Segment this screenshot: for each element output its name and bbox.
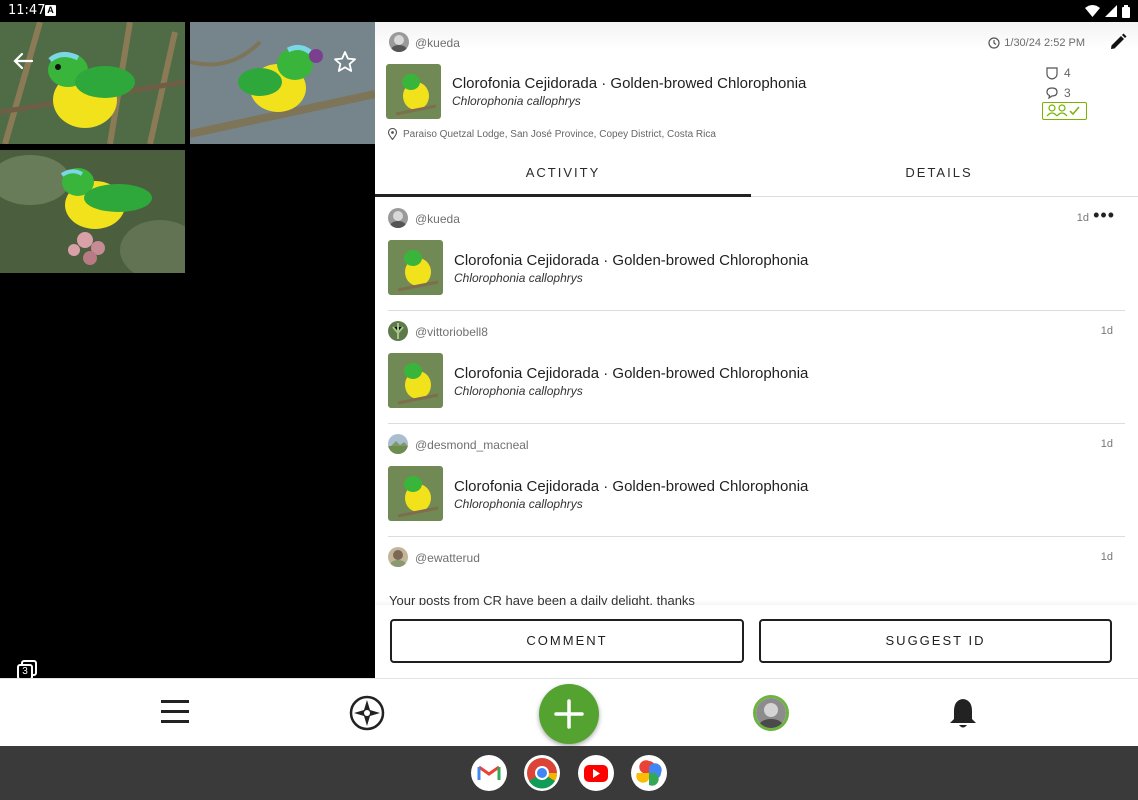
observer-username[interactable]: @kueda xyxy=(415,36,460,50)
signal-icon xyxy=(1105,5,1117,17)
comments-count: 3 xyxy=(1064,86,1071,100)
profile-avatar[interactable] xyxy=(753,695,789,731)
edit-pencil-icon[interactable] xyxy=(1108,32,1128,52)
activity-time: 1d xyxy=(1100,438,1113,450)
datetime-text: 1/30/24 2:52 PM xyxy=(1004,37,1085,49)
suggest-id-button[interactable]: SUGGEST ID xyxy=(759,619,1112,663)
favorite-star-icon[interactable] xyxy=(333,50,357,74)
activity-common-name[interactable]: Clorofonia Cejidorada · Golden-browed Ch… xyxy=(454,365,808,382)
identification-icon xyxy=(1046,66,1058,80)
tab-details[interactable]: DETAILS xyxy=(751,152,1127,197)
photo-gallery: 3 xyxy=(0,22,375,680)
photo-1[interactable] xyxy=(0,22,185,144)
activity-feed: @kueda 1d ••• Clorofonia Cejidorada · Go… xyxy=(375,198,1138,608)
observation-header: @kueda 1/30/24 2:52 PM Clorofonia Cejido… xyxy=(375,22,1138,152)
notifications-bell-icon[interactable] xyxy=(948,697,978,729)
activity-item: @ewatterud 1d Your posts from CR have be… xyxy=(388,537,1125,608)
menu-icon[interactable] xyxy=(161,699,189,725)
taxon-common-name[interactable]: Clorofonia Cejidorada · Golden-browed Ch… xyxy=(452,75,806,92)
comment-bubble-icon xyxy=(1046,87,1058,99)
wifi-icon xyxy=(1085,5,1100,17)
observation-date: 1/30/24 2:52 PM xyxy=(988,37,1085,49)
photo-3[interactable] xyxy=(0,150,185,273)
back-arrow-icon[interactable] xyxy=(12,50,34,72)
bottom-navigation xyxy=(0,678,1138,746)
google-photos-icon[interactable] xyxy=(631,755,667,791)
observation-counts: 4 3 xyxy=(1046,63,1071,103)
chrome-icon[interactable] xyxy=(524,755,560,791)
activity-username[interactable]: @kueda xyxy=(415,212,460,226)
activity-time: 1d xyxy=(1100,551,1113,563)
research-grade-badge xyxy=(1042,102,1087,120)
avatar[interactable] xyxy=(388,321,408,341)
tab-activity[interactable]: ACTIVITY xyxy=(375,152,751,197)
activity-username[interactable]: @vittoriobell8 xyxy=(415,325,488,339)
taxon-thumbnail[interactable] xyxy=(388,353,443,408)
activity-common-name[interactable]: Clorofonia Cejidorada · Golden-browed Ch… xyxy=(454,252,808,269)
taxon-thumbnail[interactable] xyxy=(388,240,443,295)
system-icons xyxy=(1085,4,1130,18)
activity-username[interactable]: @desmond_macneal xyxy=(415,438,529,452)
explore-compass-icon[interactable] xyxy=(349,695,385,731)
observation-detail-panel: @kueda 1/30/24 2:52 PM Clorofonia Cejido… xyxy=(375,22,1138,678)
location-pin-icon xyxy=(388,128,397,140)
avatar[interactable] xyxy=(388,208,408,228)
identifications-count: 4 xyxy=(1064,66,1071,80)
detail-tabs: ACTIVITY DETAILS xyxy=(375,152,1138,197)
avatar[interactable] xyxy=(388,434,408,454)
taxon-thumbnail[interactable] xyxy=(388,466,443,521)
location-text: Paraiso Quetzal Lodge, San José Province… xyxy=(403,128,716,140)
activity-item: @kueda 1d ••• Clorofonia Cejidorada · Go… xyxy=(388,198,1125,311)
status-time: 11:47 xyxy=(8,3,46,18)
avatar[interactable] xyxy=(388,547,408,567)
plus-icon xyxy=(554,699,584,729)
notification-a-icon: A xyxy=(45,5,56,16)
comment-button[interactable]: COMMENT xyxy=(390,619,744,663)
activity-username[interactable]: @ewatterud xyxy=(415,551,480,565)
youtube-icon[interactable] xyxy=(578,755,614,791)
action-bar: COMMENT SUGGEST ID xyxy=(375,605,1138,678)
observation-location[interactable]: Paraiso Quetzal Lodge, San José Province… xyxy=(388,128,716,140)
clock-icon xyxy=(988,37,1000,49)
activity-scientific-name: Chlorophonia callophrys xyxy=(454,497,583,511)
status-bar: 11:47 A xyxy=(0,0,1138,22)
activity-item: @vittoriobell8 1d Clorofonia Cejidorada … xyxy=(388,311,1125,424)
activity-item: @desmond_macneal 1d Clorofonia Cejidorad… xyxy=(388,424,1125,537)
activity-common-name[interactable]: Clorofonia Cejidorada · Golden-browed Ch… xyxy=(454,478,808,495)
avatar[interactable] xyxy=(389,32,409,52)
android-dock xyxy=(0,746,1138,800)
taxon-scientific-name: Chlorophonia callophrys xyxy=(452,94,581,108)
photo-2[interactable] xyxy=(190,22,375,144)
activity-scientific-name: Chlorophonia callophrys xyxy=(454,384,583,398)
activity-time: 1d xyxy=(1100,325,1113,337)
add-observation-button[interactable] xyxy=(539,684,599,744)
more-options-icon[interactable]: ••• xyxy=(1093,206,1115,224)
battery-icon xyxy=(1122,4,1130,18)
gmail-icon[interactable] xyxy=(471,755,507,791)
activity-time: 1d xyxy=(1076,212,1089,224)
activity-scientific-name: Chlorophonia callophrys xyxy=(454,271,583,285)
taxon-thumbnail[interactable] xyxy=(386,64,441,119)
